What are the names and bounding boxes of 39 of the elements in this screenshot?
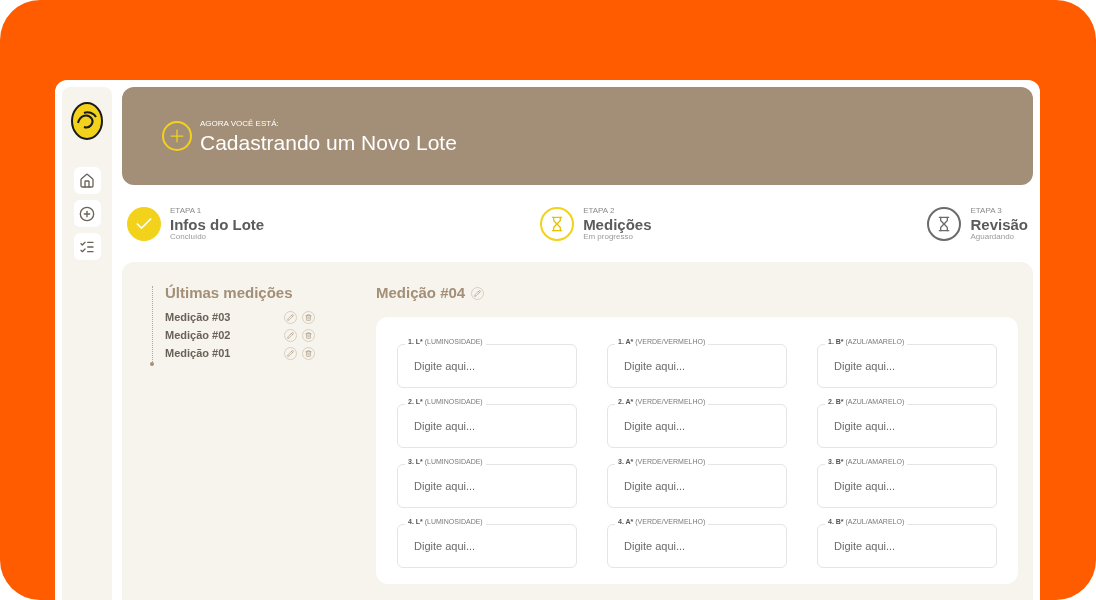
delete-button[interactable] (302, 311, 315, 324)
pencil-icon (287, 314, 294, 321)
step-title: Medições (583, 216, 652, 232)
pencil-icon (287, 350, 294, 357)
edit-button[interactable] (284, 347, 297, 360)
home-icon (79, 172, 95, 189)
edit-button[interactable] (284, 311, 297, 324)
step-title: Revisão (970, 216, 1028, 232)
header-title: Cadastrando um Novo Lote (200, 131, 457, 153)
delete-button[interactable] (302, 329, 315, 342)
sidebar-item[interactable] (73, 167, 101, 194)
measurement-name[interactable]: Medição #02 (165, 327, 284, 344)
trash-icon (305, 332, 312, 339)
form-title: Medição #04 (376, 283, 466, 303)
plus-icon (162, 121, 192, 151)
hourglass-icon (927, 206, 962, 241)
edit-button[interactable] (284, 329, 297, 342)
add-icon (79, 205, 95, 222)
hourglass-icon (540, 206, 575, 241)
pencil-icon (474, 289, 482, 297)
measurement-name[interactable]: Medição #03 (165, 309, 284, 326)
sidebar-item[interactable] (73, 233, 101, 260)
step-number: ETAPA 3 (970, 206, 1003, 215)
pencil-icon (287, 332, 294, 339)
step-number: ETAPA 1 (170, 206, 203, 215)
logo-icon (70, 101, 104, 141)
sidebar-item[interactable] (73, 200, 101, 227)
step-status: Concluído (170, 232, 208, 241)
check-icon (127, 206, 161, 241)
step-number: ETAPA 2 (583, 206, 616, 215)
trash-icon (305, 314, 312, 321)
step-status: Em progresso (583, 232, 633, 241)
delete-button[interactable] (302, 347, 315, 360)
header-eyebrow: AGORA VOCÊ ESTÁ: (200, 119, 280, 128)
step-title: Infos do Lote (170, 216, 265, 232)
history-title: Últimas medições (165, 283, 294, 303)
trash-icon (305, 350, 312, 357)
measurement-name[interactable]: Medição #01 (165, 345, 284, 362)
step-status: Aguardando (970, 232, 1016, 241)
